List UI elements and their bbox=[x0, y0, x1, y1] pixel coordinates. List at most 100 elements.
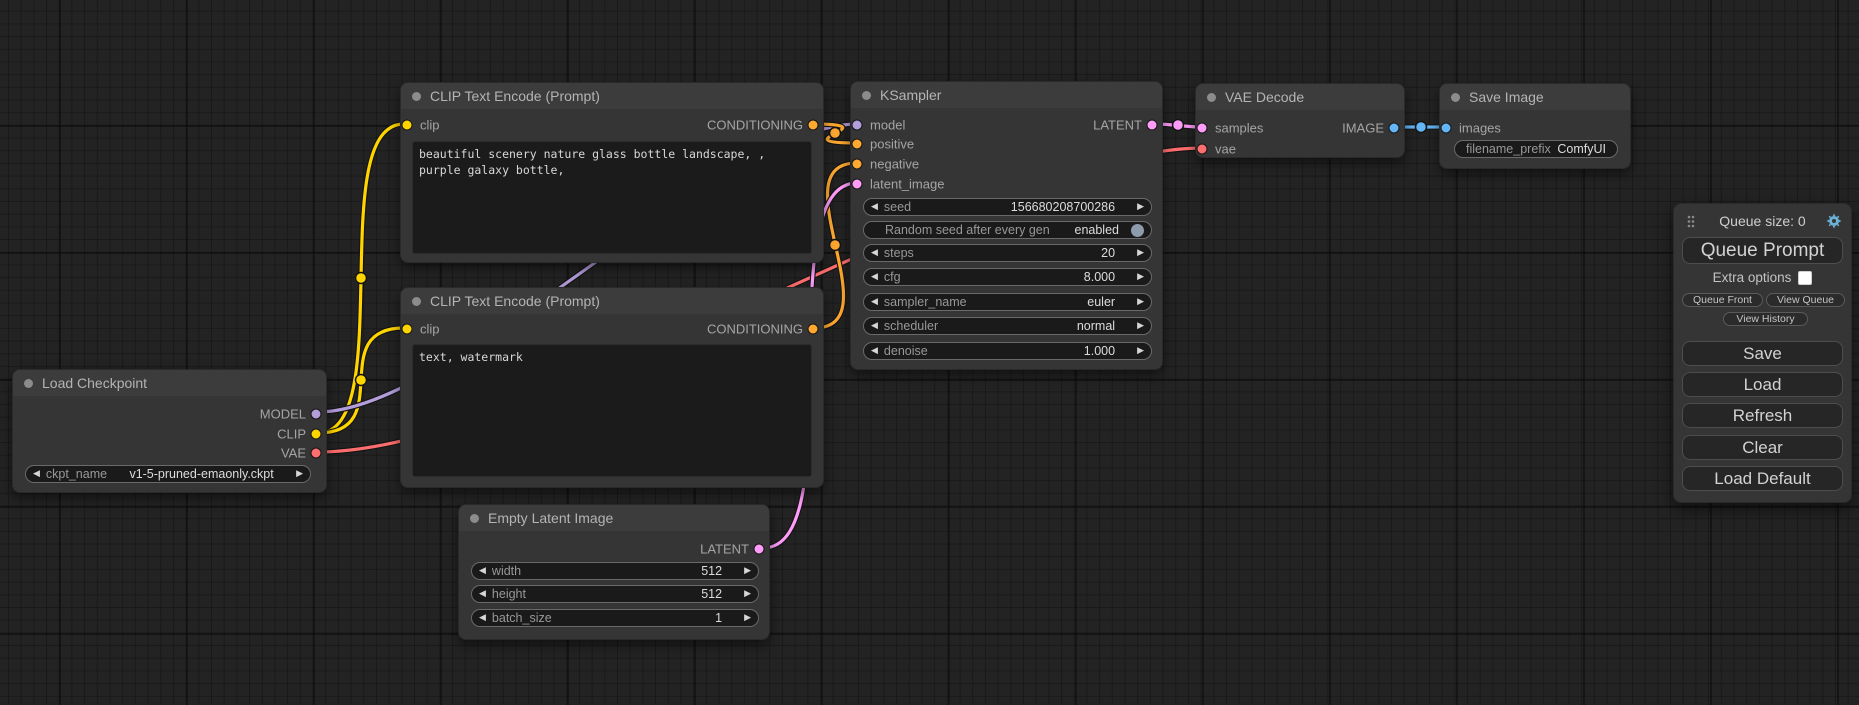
decrement-arrow-icon[interactable]: ◀ bbox=[479, 590, 486, 599]
node-title-bar[interactable]: VAE Decode bbox=[1196, 84, 1404, 110]
node-clip-text-encode-positive[interactable]: CLIP Text Encode (Prompt) clip CONDITION… bbox=[400, 82, 824, 263]
queue-prompt-button[interactable]: Queue Prompt bbox=[1682, 237, 1843, 264]
widget-value: 156680208700286 bbox=[1011, 200, 1115, 214]
widget-batch-size[interactable]: ◀ batch_size 1 ▶ bbox=[471, 609, 759, 627]
widget-width[interactable]: ◀ width 512 ▶ bbox=[471, 562, 759, 580]
input-slot-clip[interactable] bbox=[402, 120, 413, 131]
queue-panel[interactable]: Queue size: 0 Queue Prompt Extra options… bbox=[1673, 203, 1852, 503]
decrement-arrow-icon[interactable]: ◀ bbox=[871, 347, 878, 356]
decrement-arrow-icon[interactable]: ◀ bbox=[871, 273, 878, 282]
view-queue-button[interactable]: View Queue bbox=[1766, 293, 1845, 307]
node-load-checkpoint[interactable]: Load Checkpoint MODEL CLIP VAE ◀ ckpt_na… bbox=[12, 369, 327, 493]
widget-cfg[interactable]: ◀ cfg 8.000 ▶ bbox=[863, 268, 1152, 286]
comfyui-canvas[interactable]: { "colors": { "model": "#B39DDB", "clip"… bbox=[0, 0, 1859, 705]
node-empty-latent-image[interactable]: Empty Latent Image LATENT ◀ width 512 ▶ … bbox=[458, 504, 770, 640]
node-clip-text-encode-negative[interactable]: CLIP Text Encode (Prompt) clip CONDITION… bbox=[400, 287, 824, 488]
widget-label: Random seed after every gen bbox=[885, 223, 1050, 237]
output-label-model: MODEL bbox=[260, 407, 306, 422]
widget-height[interactable]: ◀ height 512 ▶ bbox=[471, 585, 759, 603]
output-label-conditioning: CONDITIONING bbox=[707, 118, 803, 133]
input-slot-clip[interactable] bbox=[402, 324, 413, 335]
increment-arrow-icon[interactable]: ▶ bbox=[1137, 322, 1144, 331]
load-default-button[interactable]: Load Default bbox=[1682, 466, 1843, 491]
collapse-dot-icon[interactable] bbox=[412, 297, 421, 306]
increment-arrow-icon[interactable]: ▶ bbox=[296, 470, 303, 479]
collapse-dot-icon[interactable] bbox=[412, 92, 421, 101]
output-slot-latent[interactable] bbox=[754, 544, 765, 555]
increment-arrow-icon[interactable]: ▶ bbox=[744, 614, 751, 623]
node-title-bar[interactable]: Load Checkpoint bbox=[13, 370, 326, 396]
negative-prompt-textarea[interactable]: text, watermark bbox=[412, 344, 812, 477]
widget-denoise[interactable]: ◀ denoise 1.000 ▶ bbox=[863, 342, 1152, 360]
output-slot-latent[interactable] bbox=[1147, 120, 1158, 131]
queue-front-button[interactable]: Queue Front bbox=[1682, 293, 1763, 307]
widget-sampler-name[interactable]: ◀ sampler_name euler ▶ bbox=[863, 293, 1152, 311]
collapse-dot-icon[interactable] bbox=[470, 514, 479, 523]
decrement-arrow-icon[interactable]: ◀ bbox=[479, 567, 486, 576]
input-slot-samples[interactable] bbox=[1197, 123, 1208, 134]
input-label-vae: vae bbox=[1215, 142, 1236, 157]
increment-arrow-icon[interactable]: ▶ bbox=[1137, 249, 1144, 258]
widget-label: height bbox=[492, 587, 526, 601]
node-title-bar[interactable]: Empty Latent Image bbox=[459, 505, 769, 531]
output-label-latent: LATENT bbox=[700, 542, 749, 557]
input-slot-images[interactable] bbox=[1441, 123, 1452, 134]
output-slot-model[interactable] bbox=[311, 409, 322, 420]
input-slot-latent-image[interactable] bbox=[852, 179, 863, 190]
increment-arrow-icon[interactable]: ▶ bbox=[1137, 298, 1144, 307]
output-slot-image[interactable] bbox=[1389, 123, 1400, 134]
input-slot-negative[interactable] bbox=[852, 159, 863, 170]
decrement-arrow-icon[interactable]: ◀ bbox=[871, 298, 878, 307]
widget-label: sampler_name bbox=[884, 295, 967, 309]
increment-arrow-icon[interactable]: ▶ bbox=[744, 567, 751, 576]
input-slot-positive[interactable] bbox=[852, 139, 863, 150]
refresh-button[interactable]: Refresh bbox=[1682, 403, 1843, 428]
load-button[interactable]: Load bbox=[1682, 372, 1843, 397]
output-slot-conditioning[interactable] bbox=[808, 324, 819, 335]
widget-value: enabled bbox=[1075, 223, 1120, 237]
output-slot-clip[interactable] bbox=[311, 429, 322, 440]
node-save-image[interactable]: Save Image images filename_prefix ComfyU… bbox=[1439, 83, 1631, 169]
node-ksampler[interactable]: KSampler model positive negative latent_… bbox=[850, 81, 1163, 370]
collapse-dot-icon[interactable] bbox=[1451, 93, 1460, 102]
increment-arrow-icon[interactable]: ▶ bbox=[1137, 347, 1144, 356]
clear-button[interactable]: Clear bbox=[1682, 435, 1843, 460]
decrement-arrow-icon[interactable]: ◀ bbox=[479, 614, 486, 623]
link-dot bbox=[1173, 120, 1184, 131]
widget-scheduler[interactable]: ◀ scheduler normal ▶ bbox=[863, 317, 1152, 335]
input-slot-model[interactable] bbox=[852, 120, 863, 131]
widget-seed[interactable]: ◀ seed 156680208700286 ▶ bbox=[863, 198, 1152, 216]
decrement-arrow-icon[interactable]: ◀ bbox=[871, 249, 878, 258]
collapse-dot-icon[interactable] bbox=[862, 91, 871, 100]
decrement-arrow-icon[interactable]: ◀ bbox=[871, 322, 878, 331]
output-label-image: IMAGE bbox=[1342, 121, 1384, 136]
widget-filename-prefix[interactable]: filename_prefix ComfyUI bbox=[1454, 140, 1618, 158]
save-button[interactable]: Save bbox=[1682, 341, 1843, 366]
output-slot-vae[interactable] bbox=[311, 448, 322, 459]
node-title-bar[interactable]: CLIP Text Encode (Prompt) bbox=[401, 83, 823, 109]
widget-random-seed[interactable]: Random seed after every gen enabled bbox=[863, 221, 1152, 239]
view-history-button[interactable]: View History bbox=[1723, 312, 1808, 326]
widget-value: 1 bbox=[715, 611, 722, 625]
toggle-knob-icon[interactable] bbox=[1131, 224, 1144, 237]
node-title-bar[interactable]: KSampler bbox=[851, 82, 1162, 108]
collapse-dot-icon[interactable] bbox=[24, 379, 33, 388]
collapse-dot-icon[interactable] bbox=[1207, 93, 1216, 102]
widget-steps[interactable]: ◀ steps 20 ▶ bbox=[863, 244, 1152, 262]
increment-arrow-icon[interactable]: ▶ bbox=[744, 590, 751, 599]
increment-arrow-icon[interactable]: ▶ bbox=[1137, 203, 1144, 212]
decrement-arrow-icon[interactable]: ◀ bbox=[33, 470, 40, 479]
widget-ckpt-name[interactable]: ◀ ckpt_name v1-5-pruned-emaonly.ckpt ▶ bbox=[25, 465, 311, 483]
input-slot-vae[interactable] bbox=[1197, 144, 1208, 155]
node-vae-decode[interactable]: VAE Decode samples vae IMAGE bbox=[1195, 83, 1405, 158]
node-title-bar[interactable]: CLIP Text Encode (Prompt) bbox=[401, 288, 823, 314]
settings-gear-icon[interactable] bbox=[1826, 213, 1842, 229]
widget-label: scheduler bbox=[884, 319, 938, 333]
positive-prompt-textarea[interactable]: beautiful scenery nature glass bottle la… bbox=[412, 141, 812, 254]
decrement-arrow-icon[interactable]: ◀ bbox=[871, 203, 878, 212]
extra-options-checkbox[interactable] bbox=[1798, 271, 1812, 285]
output-label-latent: LATENT bbox=[1093, 118, 1142, 133]
increment-arrow-icon[interactable]: ▶ bbox=[1137, 273, 1144, 282]
output-slot-conditioning[interactable] bbox=[808, 120, 819, 131]
node-title-bar[interactable]: Save Image bbox=[1440, 84, 1630, 110]
